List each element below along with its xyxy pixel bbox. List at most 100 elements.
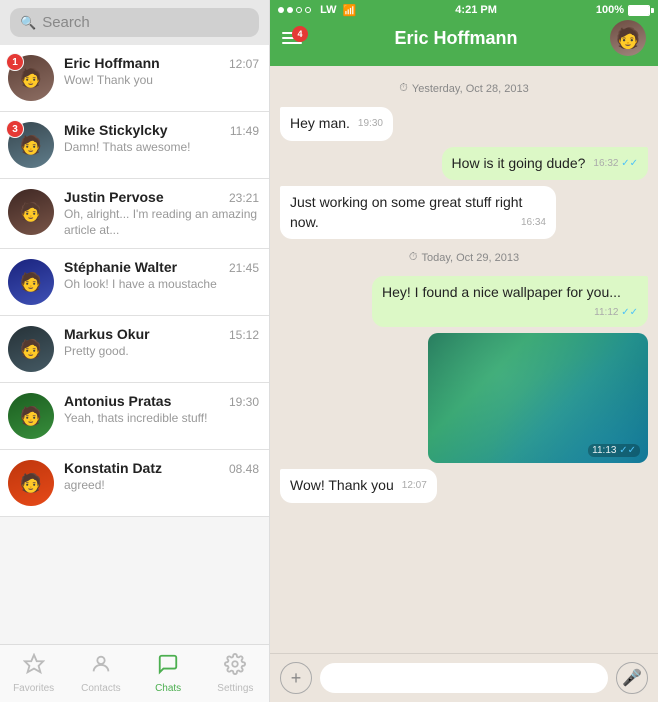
search-icon: 🔍 <box>20 15 36 31</box>
message-image: 11:13 ✓✓ <box>428 333 648 463</box>
chat-preview: agreed! <box>64 478 259 492</box>
chat-list: 🧑1Eric Hoffmann12:07Wow! Thank you🧑3Mike… <box>0 45 269 644</box>
chat-item[interactable]: 🧑Markus Okur15:12Pretty good. <box>0 316 269 383</box>
chat-item[interactable]: 🧑 Konstatin Datz 08.48 agreed! <box>0 450 269 517</box>
date-separator: ⏱ Yesterday, Oct 28, 2013 <box>280 82 648 95</box>
message-image-time: 11:13 ✓✓ <box>588 444 640 457</box>
chat-item[interactable]: 🧑1 Eric Hoffmann12:07 Wow! Thank you <box>0 45 269 112</box>
chat-info: Mike Stickylcky 11:49 Damn! Thats awesome! <box>64 122 259 154</box>
unread-badge: 3 <box>6 120 24 138</box>
chat-info: Stéphanie Walter21:45 Oh look! I have a m… <box>64 259 259 291</box>
chat-item[interactable]: 🧑 Antonius Pratas19:30Yeah, thats incredi… <box>0 383 269 450</box>
search-label: Search <box>42 14 90 31</box>
message-time: 11:12 ✓✓ <box>594 306 638 320</box>
menu-badge: 4 <box>292 26 308 42</box>
chat-time: 23:21 <box>229 191 259 205</box>
add-attachment-button[interactable]: + <box>280 662 312 694</box>
chat-name-row: Konstatin Datz 08.48 <box>64 460 259 476</box>
message-text: Wow! Thank you <box>290 477 394 493</box>
search-input-wrap[interactable]: 🔍 Search <box>10 8 259 37</box>
avatar-wrap: 🧑 <box>8 189 54 235</box>
chat-name-row: Justin Pervose 23:21 <box>64 189 259 205</box>
chat-preview: Oh, alright... I'm reading an amazing ar… <box>64 207 259 238</box>
chat-item[interactable]: 🧑 Stéphanie Walter21:45 Oh look! I have a … <box>0 249 269 316</box>
nav-item-favorites[interactable]: Favorites <box>0 647 67 700</box>
header-avatar-icon: 🧑 <box>616 26 641 51</box>
message-time: 19:30 <box>358 117 383 131</box>
menu-button[interactable]: 4 <box>282 32 302 44</box>
message-input[interactable] <box>320 663 608 693</box>
status-right: 100% <box>596 4 650 16</box>
message-time: 12:07 <box>402 479 427 493</box>
nav-item-settings[interactable]: Settings <box>202 647 269 700</box>
carrier: LW <box>320 4 337 16</box>
header-avatar[interactable]: 🧑 <box>610 20 646 56</box>
search-bar: 🔍 Search <box>0 0 269 45</box>
messages-area: ⏱ Yesterday, Oct 28, 2013Hey man.19:30Ho… <box>270 66 658 653</box>
chat-preview: Oh look! I have a moustache <box>64 277 259 291</box>
chat-name: Mike Stickylcky <box>64 122 168 138</box>
message-text: Hey! I found a nice wallpaper for you... <box>382 284 621 300</box>
chat-time: 11:49 <box>230 124 259 138</box>
signal-dot-4 <box>305 7 311 13</box>
chat-name-row: Eric Hoffmann12:07 <box>64 55 259 71</box>
chat-info: Justin Pervose 23:21 Oh, alright... I'm re… <box>64 189 259 238</box>
date-text: Yesterday, Oct 28, 2013 <box>412 83 529 95</box>
avatar: 🧑 <box>8 460 54 506</box>
chat-name: Eric Hoffmann <box>64 55 160 71</box>
status-left: LW 📶 <box>278 4 356 17</box>
chat-header-title: Eric Hoffmann <box>312 28 600 49</box>
message-bubble-outgoing: Hey! I found a nice wallpaper for you...… <box>372 276 648 327</box>
chat-preview: Damn! Thats awesome! <box>64 140 259 154</box>
chat-info: Konstatin Datz 08.48 agreed! <box>64 460 259 492</box>
signal-dot-3 <box>296 7 302 13</box>
chat-name: Antonius Pratas <box>64 393 171 409</box>
signal-dot-1 <box>278 7 284 13</box>
avatar-wrap: 🧑 <box>8 326 54 372</box>
battery-icon <box>628 5 650 16</box>
nav-item-contacts[interactable]: Contacts <box>67 647 134 700</box>
status-bar: LW 📶 4:21 PM 100% <box>270 0 658 20</box>
signal-dot-2 <box>287 7 293 13</box>
chat-name: Markus Okur <box>64 326 150 342</box>
avatar-wrap: 🧑 <box>8 393 54 439</box>
message-bubble-incoming: Hey man. 19:30 <box>280 107 393 141</box>
message-bubble-incoming: Just working on some great stuff right n… <box>280 186 556 239</box>
unread-badge: 1 <box>6 53 24 71</box>
nav-label-chats: Chats <box>155 683 181 694</box>
nav-label-favorites: Favorites <box>13 683 54 694</box>
avatar-wrap: 🧑3 <box>8 122 54 168</box>
avatar: 🧑 <box>8 326 54 372</box>
battery-fill <box>629 6 649 15</box>
nav-icon-settings <box>224 653 246 681</box>
chat-name-row: Stéphanie Walter21:45 <box>64 259 259 275</box>
message-bubble-incoming: Wow! Thank you 12:07 <box>280 469 437 503</box>
message-text: Hey man. <box>290 115 350 131</box>
nav-icon-contacts <box>90 653 112 681</box>
chat-info: Antonius Pratas19:30Yeah, thats incredib… <box>64 393 259 425</box>
nav-item-chats[interactable]: Chats <box>135 647 202 700</box>
chat-preview: Yeah, thats incredible stuff! <box>64 411 259 425</box>
avatar: 🧑 <box>8 393 54 439</box>
chat-time: 15:12 <box>229 328 259 342</box>
chat-name: Justin Pervose <box>64 189 164 205</box>
chat-name: Stéphanie Walter <box>64 259 177 275</box>
avatar-wrap: 🧑1 <box>8 55 54 101</box>
right-panel: LW 📶 4:21 PM 100% 4 Eric Hoffmann 🧑 ⏱ Ye… <box>270 0 658 702</box>
bottom-nav: Favorites Contacts Chats Settings <box>0 644 269 702</box>
chat-preview: Wow! Thank you <box>64 73 259 87</box>
date-separator: ⏱ Today, Oct 29, 2013 <box>280 251 648 264</box>
chat-item[interactable]: 🧑3 Mike Stickylcky 11:49 Damn! Thats awesom… <box>0 112 269 179</box>
chat-item[interactable]: 🧑 Justin Pervose 23:21 Oh, alright... I'm r… <box>0 179 269 249</box>
date-text: Today, Oct 29, 2013 <box>421 252 519 264</box>
avatar-wrap: 🧑 <box>8 259 54 305</box>
avatar: 🧑 <box>8 189 54 235</box>
status-time: 4:21 PM <box>455 4 497 16</box>
avatar-wrap: 🧑 <box>8 460 54 506</box>
chat-name: Konstatin Datz <box>64 460 162 476</box>
chat-name-row: Mike Stickylcky 11:49 <box>64 122 259 138</box>
voice-message-button[interactable]: 🎤 <box>616 662 648 694</box>
battery-label: 100% <box>596 4 624 16</box>
avatar: 🧑 <box>8 259 54 305</box>
chat-time: 08.48 <box>229 462 259 476</box>
